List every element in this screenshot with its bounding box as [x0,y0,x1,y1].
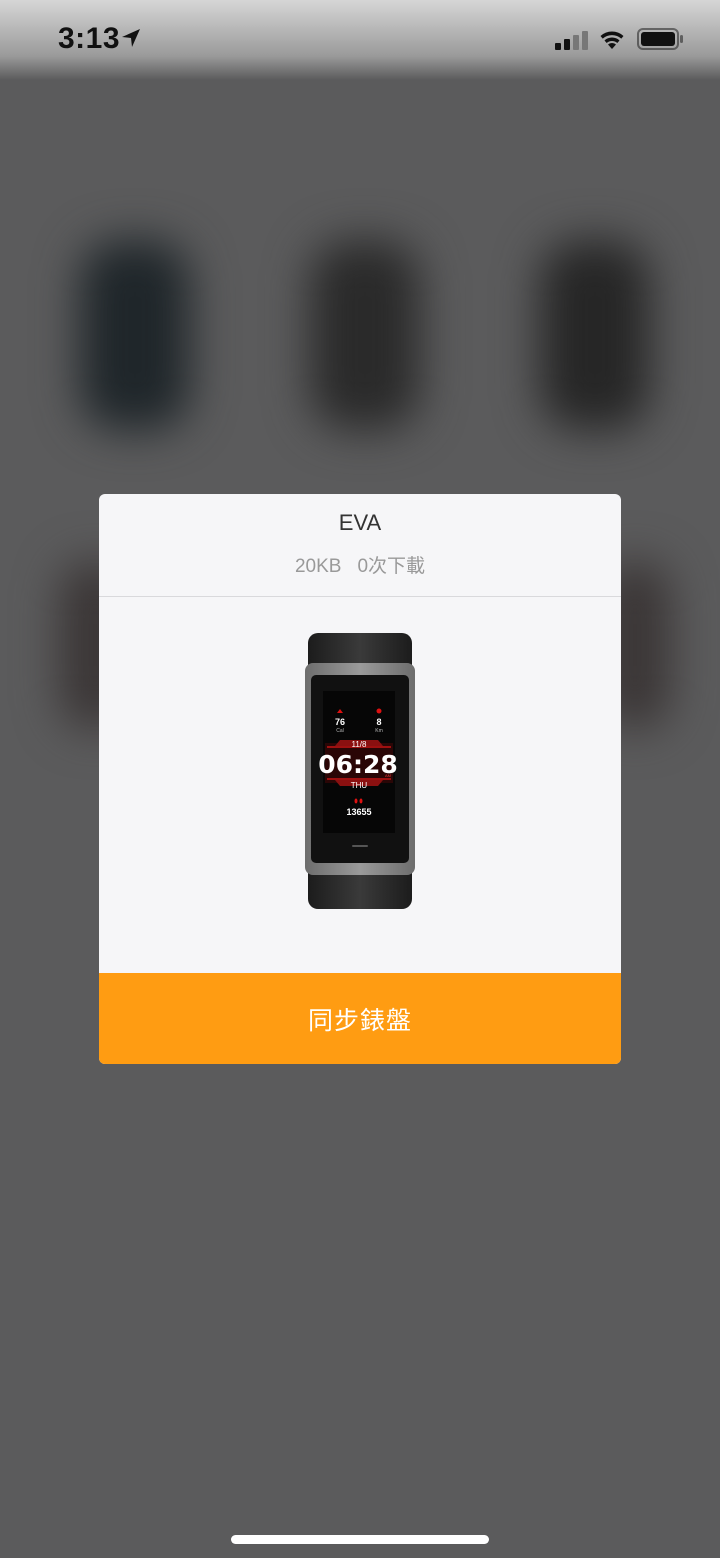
sync-watchface-button[interactable]: 同步錶盤 [99,973,621,1064]
watchface-title: EVA [338,510,382,535]
watchface-meta: 20KB 0次下載 [99,551,621,578]
battery-icon [637,28,683,50]
background-watchface-thumbnail [310,240,420,430]
watchface-size: 20KB [294,556,342,577]
cellular-signal-icon [555,31,588,50]
background-watchface-thumbnail [80,240,190,430]
watch-steps: 13655 [346,807,371,817]
watch-weekday: THU [351,781,368,790]
status-bar: 3:13 [0,0,720,80]
watch-calories-unit: Cal [336,728,344,734]
watch-am-pm: AM [385,773,391,778]
watchface-download-count: 0次下載 [357,556,426,577]
status-time: 3:13 [58,22,121,55]
watch-distance-unit: Km [375,728,383,734]
watch-calories-value: 76 [335,717,345,727]
watchface-detail-dialog: EVA 20KB 0次下載 76 Cal 8 Km 11/8 06:28 AM … [99,494,621,1064]
watch-distance-value: 8 [376,717,381,727]
home-indicator[interactable] [231,1535,489,1544]
watch-face-preview: 76 Cal 8 Km 11/8 06:28 AM THU 13655 [305,633,415,909]
background-watchface-thumbnail [540,240,650,430]
divider [99,596,621,597]
watch-date: 11/8 [352,740,368,749]
location-arrow-icon [122,29,140,47]
wifi-icon [600,31,624,49]
